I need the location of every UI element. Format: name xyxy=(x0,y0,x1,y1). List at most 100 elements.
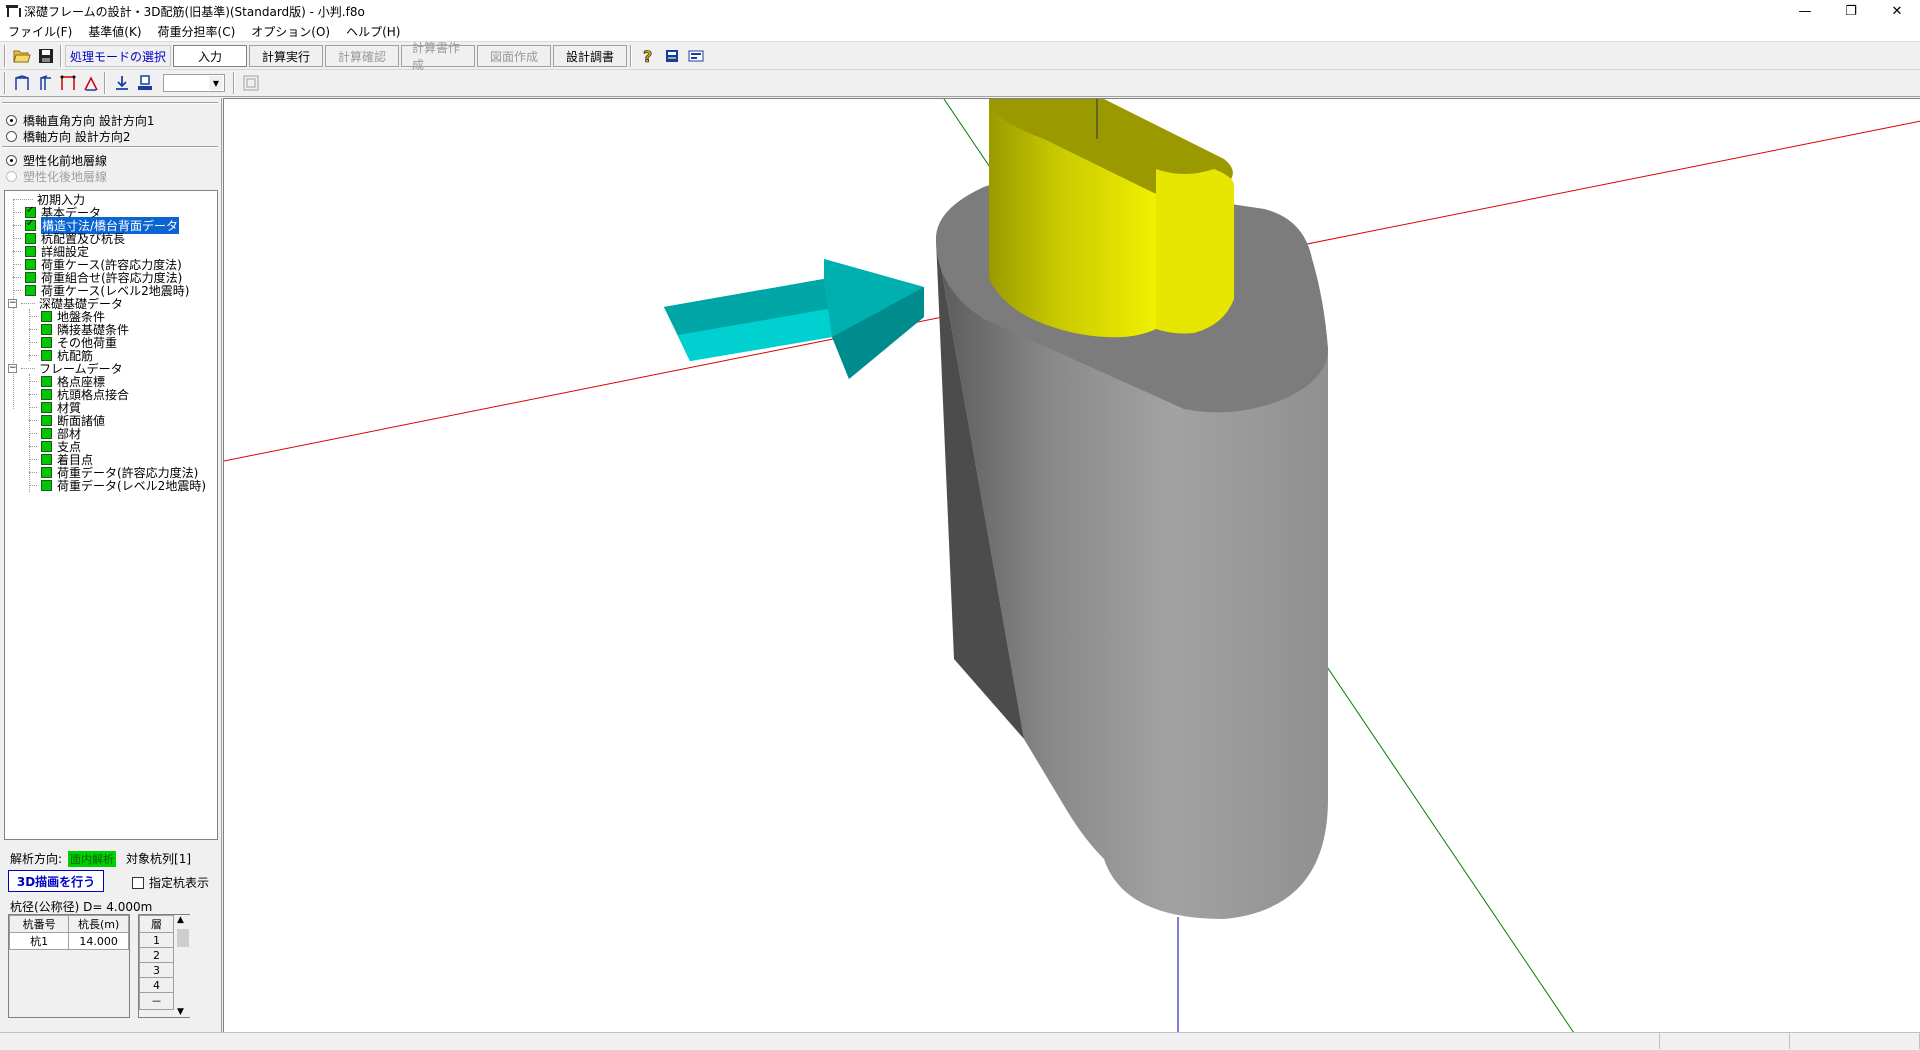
tree-connector xyxy=(21,302,35,304)
table-cell[interactable]: 3 xyxy=(139,962,174,978)
strata-radio-after: 塑性化後地層線 xyxy=(6,168,218,184)
radio-dot[interactable] xyxy=(6,130,17,142)
status-box-icon xyxy=(25,258,36,270)
table-cell[interactable]: 14.000 xyxy=(68,932,129,950)
input-mode-button[interactable]: 入力 xyxy=(173,45,248,67)
chevron-down-icon[interactable]: ▼ xyxy=(209,76,223,90)
column-header: 層 xyxy=(139,915,174,933)
tree-connector xyxy=(29,432,37,434)
collapse-icon[interactable]: − xyxy=(8,298,17,308)
direction-radio-1-label: 橋軸直角方向 設計方向1 xyxy=(23,113,155,128)
tree-connector xyxy=(13,211,21,213)
tree-connector xyxy=(29,484,37,486)
toolbar-divider xyxy=(60,45,62,67)
run-calculation-button[interactable]: 計算実行 xyxy=(249,45,324,67)
3d-viewport[interactable] xyxy=(223,89,1920,1034)
status-box-icon xyxy=(25,245,36,257)
save-icon[interactable] xyxy=(35,45,57,67)
view-scale-select[interactable]: ▼ xyxy=(163,74,225,92)
tree-connector xyxy=(29,328,37,330)
toolbar-divider xyxy=(233,72,235,94)
scroll-down-icon[interactable]: ▼ xyxy=(177,1007,184,1017)
download-arrow-icon[interactable] xyxy=(112,73,132,93)
menu-help[interactable]: ヘルプ(H) xyxy=(338,23,408,40)
close-button[interactable]: ✕ xyxy=(1874,0,1920,22)
radio-dot[interactable] xyxy=(6,114,17,126)
minimize-button[interactable]: — xyxy=(1782,0,1828,22)
radio-dot[interactable] xyxy=(6,154,17,166)
tree-item-load-data-level2[interactable]: 荷重データ(レベル2地震時) xyxy=(29,477,206,493)
manual-book-icon[interactable] xyxy=(661,45,683,67)
open-folder-icon[interactable] xyxy=(11,45,33,67)
table-row[interactable]: 杭1 14.000 xyxy=(8,932,129,950)
tree-connector xyxy=(29,354,37,356)
tree-connector xyxy=(29,341,37,343)
load-view-icon[interactable] xyxy=(81,73,101,93)
status-bar xyxy=(0,1032,1920,1050)
direction-radio-1[interactable]: 橋軸直角方向 設計方向1 xyxy=(6,112,218,128)
status-pane-secondary xyxy=(1660,1033,1790,1049)
tree-connector xyxy=(29,458,37,460)
tree-connector xyxy=(13,198,33,200)
table-cell[interactable]: 杭1 xyxy=(8,932,70,950)
create-report-button[interactable]: 計算書作成 xyxy=(401,41,476,72)
table-row[interactable]: 4 xyxy=(139,977,174,993)
divider xyxy=(2,146,218,148)
support-email-icon[interactable] xyxy=(685,45,707,67)
tree-connector xyxy=(29,406,37,408)
status-box-icon xyxy=(41,336,52,348)
menu-options[interactable]: オプション(O) xyxy=(243,23,338,40)
table-cell[interactable]: － xyxy=(139,992,174,1010)
menu-load-share[interactable]: 荷重分担率(C) xyxy=(150,23,244,40)
title-bar: 深礎フレームの設計・3D配筋(旧基準)(Standard版) - 小判.f8o … xyxy=(0,0,1920,22)
3d-scene[interactable] xyxy=(223,89,1920,1034)
table-row[interactable]: － xyxy=(139,992,174,1010)
table-row[interactable]: 2 xyxy=(139,947,174,963)
design-direction-group: 橋軸直角方向 設計方向1 橋軸方向 設計方向2 xyxy=(6,112,218,144)
scroll-up-icon[interactable]: ▲ xyxy=(177,915,184,925)
input-tree: 初期入力 基本データ 構造寸法/橋台背面データ 杭配置及び杭長 詳細設定 荷重ケ… xyxy=(4,190,218,840)
draw-3d-button[interactable]: 3D描画を行う xyxy=(8,870,104,892)
pile-diameter: 杭径(公称径) D= 4.000m xyxy=(10,900,153,914)
tree-connector xyxy=(29,419,37,421)
menu-file[interactable]: ファイル(F) xyxy=(0,23,80,40)
tree-connector xyxy=(21,367,35,369)
menu-standard-values[interactable]: 基準値(K) xyxy=(80,23,149,40)
process-mode-label: 処理モードの選択 xyxy=(65,45,172,67)
toolbar-divider xyxy=(4,72,6,94)
tree-connector xyxy=(13,224,21,226)
create-drawing-button[interactable]: 図面作成 xyxy=(477,45,552,67)
direction-radio-2[interactable]: 橋軸方向 設計方向2 xyxy=(6,128,218,144)
question-icon[interactable]: ? xyxy=(637,45,659,67)
tree-connector xyxy=(13,237,21,239)
checkbox-box[interactable] xyxy=(132,876,144,889)
table-cell[interactable]: 1 xyxy=(139,932,174,948)
strata-radio-before[interactable]: 塑性化前地層線 xyxy=(6,152,218,168)
support-view-icon[interactable] xyxy=(58,73,78,93)
divider xyxy=(2,102,218,104)
table-row[interactable]: 3 xyxy=(139,962,174,978)
status-box-icon xyxy=(41,388,52,400)
status-box-icon xyxy=(41,466,52,478)
design-summary-button[interactable]: 設計調書 xyxy=(553,45,628,67)
radio-dot xyxy=(6,170,17,182)
tree-connector xyxy=(29,471,37,473)
status-box-icon xyxy=(41,375,52,387)
pier-column xyxy=(989,89,1234,338)
strata-radio-after-label: 塑性化後地層線 xyxy=(23,169,108,184)
scroll-thumb[interactable] xyxy=(177,929,189,947)
analysis-direction: 解析方向: 面内解析 対象杭列[1] xyxy=(10,850,191,867)
restore-button[interactable]: ❐ xyxy=(1828,0,1874,22)
window-title: 深礎フレームの設計・3D配筋(旧基準)(Standard版) - 小判.f8o xyxy=(24,4,365,19)
collapse-icon[interactable]: − xyxy=(8,363,17,373)
table-cell[interactable]: 2 xyxy=(139,947,174,963)
print-preview-icon[interactable] xyxy=(135,73,155,93)
table-row[interactable]: 1 xyxy=(139,932,174,948)
frame-view-icon[interactable] xyxy=(12,73,32,93)
status-pane-main xyxy=(0,1033,1660,1049)
pile-view-icon[interactable] xyxy=(35,73,55,93)
layer-grid-scrollbar[interactable]: ▲ ▼ xyxy=(175,915,191,1017)
table-cell[interactable]: 4 xyxy=(139,977,174,993)
show-specified-pile-checkbox[interactable]: 指定杭表示 xyxy=(132,874,209,891)
check-calculation-button[interactable]: 計算確認 xyxy=(325,45,400,67)
